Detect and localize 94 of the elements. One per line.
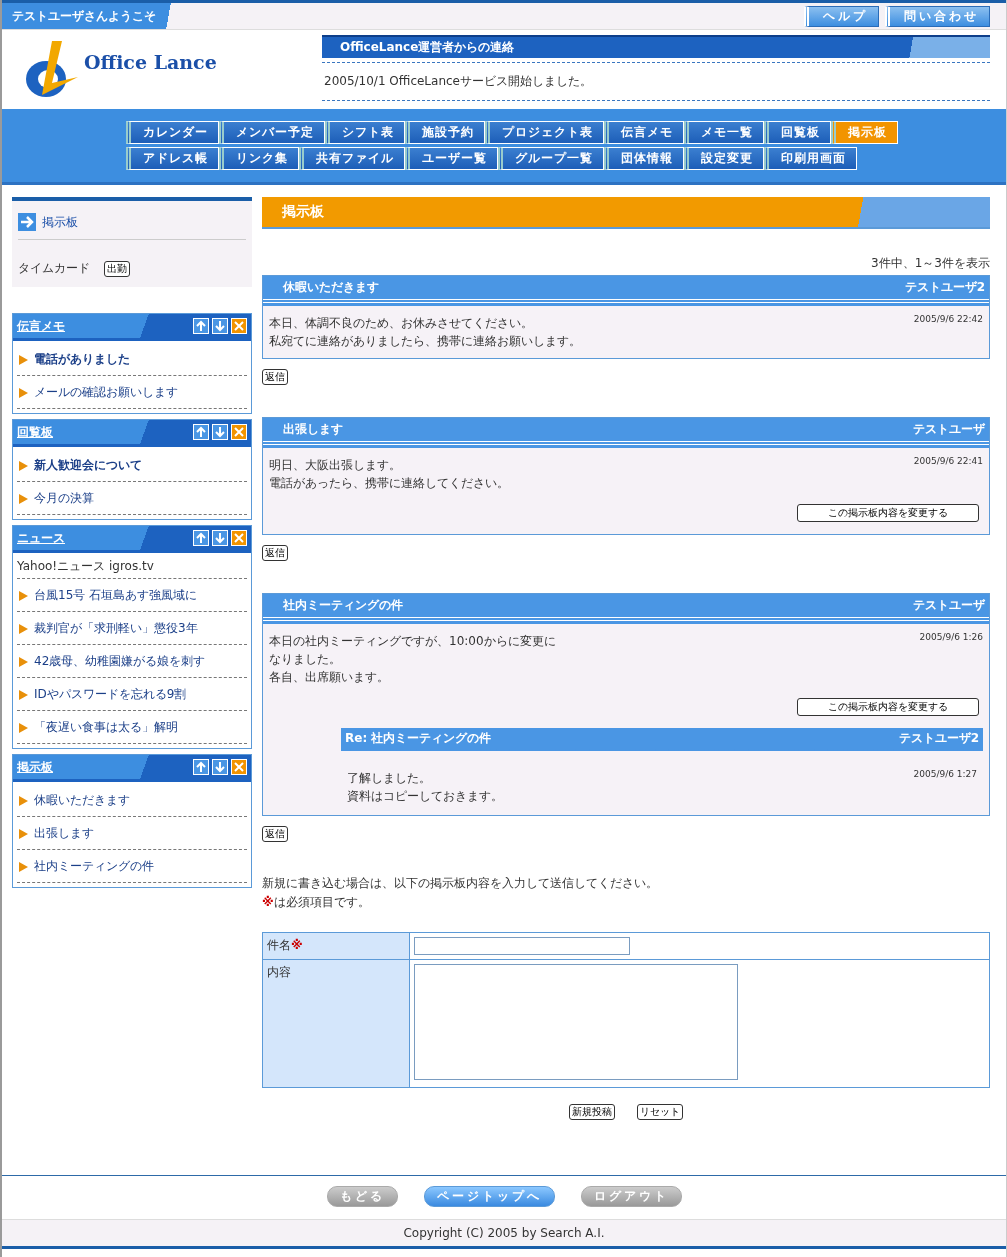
- post-date: 2005/9/6 22:41: [913, 456, 983, 468]
- triangle-icon: [19, 354, 28, 365]
- nav-tab[interactable]: 施設予約: [405, 121, 485, 144]
- triangle-icon: [19, 493, 28, 504]
- nav-tab[interactable]: 共有ファイル: [299, 147, 405, 170]
- triangle-icon: [19, 689, 28, 700]
- post-body: 本日、体調不良のため、お休みさせてください。 私宛てに連絡がありましたら、携帯に連絡お願いします。: [269, 315, 581, 350]
- widget-item-link[interactable]: 社内ミーティングの件: [34, 858, 154, 875]
- post-title: 出張します: [283, 421, 343, 438]
- reply-body: 了解しました。 資料はコピーしておきます。: [347, 770, 503, 805]
- down-arrow-icon[interactable]: [212, 530, 228, 546]
- close-icon[interactable]: [231, 530, 247, 546]
- triangle-icon: [19, 590, 28, 601]
- nav-tab[interactable]: 回覧板: [764, 121, 831, 144]
- timecard-label: タイムカード: [18, 260, 90, 277]
- header-button[interactable]: ヘルプ: [804, 5, 879, 27]
- nav-tab[interactable]: 印刷用画面: [764, 147, 857, 170]
- widget-item-link[interactable]: メールの確認お願いします: [34, 384, 178, 401]
- up-arrow-icon[interactable]: [193, 318, 209, 334]
- form-intro: 新規に書き込む場合は、以下の掲示板内容を入力して送信してください。: [262, 875, 659, 892]
- copyright-text: Copyright (C) 2005 by Search A.I.: [2, 1219, 1006, 1249]
- triangle-icon: [19, 460, 28, 471]
- reply-button[interactable]: 返信: [262, 826, 288, 842]
- nav-tab[interactable]: カレンダー: [126, 121, 219, 144]
- edit-post-button[interactable]: この掲示板内容を変更する: [797, 698, 979, 716]
- form-button[interactable]: リセット: [637, 1104, 683, 1120]
- nav-tab[interactable]: メモ一覧: [684, 121, 764, 144]
- up-arrow-icon[interactable]: [193, 424, 209, 440]
- field-label: 内容: [267, 965, 291, 979]
- nav-tab[interactable]: リンク集: [219, 147, 299, 170]
- triangle-icon: [19, 861, 28, 872]
- up-arrow-icon[interactable]: [193, 530, 209, 546]
- reply-title: Re: 社内ミーティングの件: [345, 730, 492, 747]
- nav-tab[interactable]: 伝言メモ: [604, 121, 684, 144]
- post-date: 2005/9/6 22:42: [913, 314, 983, 326]
- edit-post-button[interactable]: この掲示板内容を変更する: [797, 504, 979, 522]
- nav-tab[interactable]: ユーザー覧: [405, 147, 498, 170]
- reply-author: テストユーザ2: [898, 730, 979, 747]
- up-arrow-icon[interactable]: [193, 759, 209, 775]
- triangle-icon: [19, 795, 28, 806]
- close-icon[interactable]: [231, 318, 247, 334]
- widget-item-link[interactable]: 裁判官が「求刑軽い」懲役3年: [34, 620, 198, 637]
- down-arrow-icon[interactable]: [212, 424, 228, 440]
- nav-tab[interactable]: 団体情報: [604, 147, 684, 170]
- required-note: ※は必須項目です。: [262, 894, 371, 911]
- down-arrow-icon[interactable]: [212, 318, 228, 334]
- reply-date: 2005/9/6 1:27: [913, 769, 977, 781]
- widget-item-link[interactable]: 台風15号 石垣島あす強風域に: [34, 587, 198, 604]
- post-author: テストユーザ: [913, 421, 985, 438]
- triangle-icon: [19, 623, 28, 634]
- triangle-icon: [19, 656, 28, 667]
- post-body: 本日の社内ミーティングですが、10:00からに変更に なりました。 各自、出席願います。: [269, 633, 556, 686]
- subject-field[interactable]: [414, 937, 630, 955]
- triangle-icon: [19, 828, 28, 839]
- post-title: 休暇いただきます: [283, 279, 379, 296]
- widget-item-link[interactable]: IDやパスワードを忘れる9割: [34, 686, 187, 703]
- nav-tab[interactable]: アドレス帳: [126, 147, 219, 170]
- widget-item-link[interactable]: 休暇いただきます: [34, 792, 130, 809]
- post-author: テストユーザ: [913, 597, 985, 614]
- nav-tab[interactable]: プロジェクト表: [485, 121, 604, 144]
- post-body: 明日、大阪出張します。 電話があったら、携帯に連絡してください。: [269, 457, 509, 492]
- nav-tab[interactable]: シフト表: [325, 121, 405, 144]
- widget-item-link[interactable]: 今月の決算: [34, 490, 94, 507]
- close-icon[interactable]: [231, 759, 247, 775]
- reply-button[interactable]: 返信: [262, 545, 288, 561]
- logo-text: Office Lance: [84, 51, 217, 73]
- widget-item-link[interactable]: 「夜遅い食事は太る」解明: [34, 719, 178, 736]
- widget-item-link[interactable]: 新人歓迎会について: [34, 457, 142, 474]
- content-field[interactable]: [414, 964, 738, 1080]
- nav-tab[interactable]: グループ一覧: [498, 147, 604, 170]
- right-arrow-icon: [18, 213, 36, 231]
- post-author: テストユーザ2: [904, 279, 985, 296]
- nav-tab[interactable]: メンバー予定: [219, 121, 325, 144]
- widget-item-link[interactable]: 電話がありました: [34, 351, 130, 368]
- reply-button[interactable]: 返信: [262, 369, 288, 385]
- widget-item-link[interactable]: 出張します: [34, 825, 94, 842]
- form-button[interactable]: 新規投稿: [569, 1104, 615, 1120]
- post-date: 2005/9/6 1:26: [919, 632, 983, 644]
- widget-item-link[interactable]: 42歳母、幼稚園嫌がる娘を刺す: [34, 653, 206, 670]
- triangle-icon: [19, 387, 28, 398]
- board-title: 掲示板: [262, 197, 990, 229]
- down-arrow-icon[interactable]: [212, 759, 228, 775]
- clock-in-button[interactable]: 出勤: [104, 260, 130, 277]
- notice-title: OfficeLance運営者からの連絡: [322, 35, 990, 58]
- notice-text: 2005/10/1 OfficeLanceサービス開始しました。: [322, 62, 990, 101]
- result-count: 3件中、1～3件を表示: [870, 255, 990, 272]
- nav-tab[interactable]: 設定変更: [684, 147, 764, 170]
- close-icon[interactable]: [231, 424, 247, 440]
- header-button[interactable]: 問い合わせ: [885, 5, 990, 27]
- news-source: Yahoo!ニュース igros.tv: [17, 555, 247, 579]
- current-page-link[interactable]: 掲示板: [42, 213, 78, 231]
- triangle-icon: [19, 722, 28, 733]
- post-title: 社内ミーティングの件: [283, 597, 403, 614]
- field-label: 件名※: [267, 938, 303, 952]
